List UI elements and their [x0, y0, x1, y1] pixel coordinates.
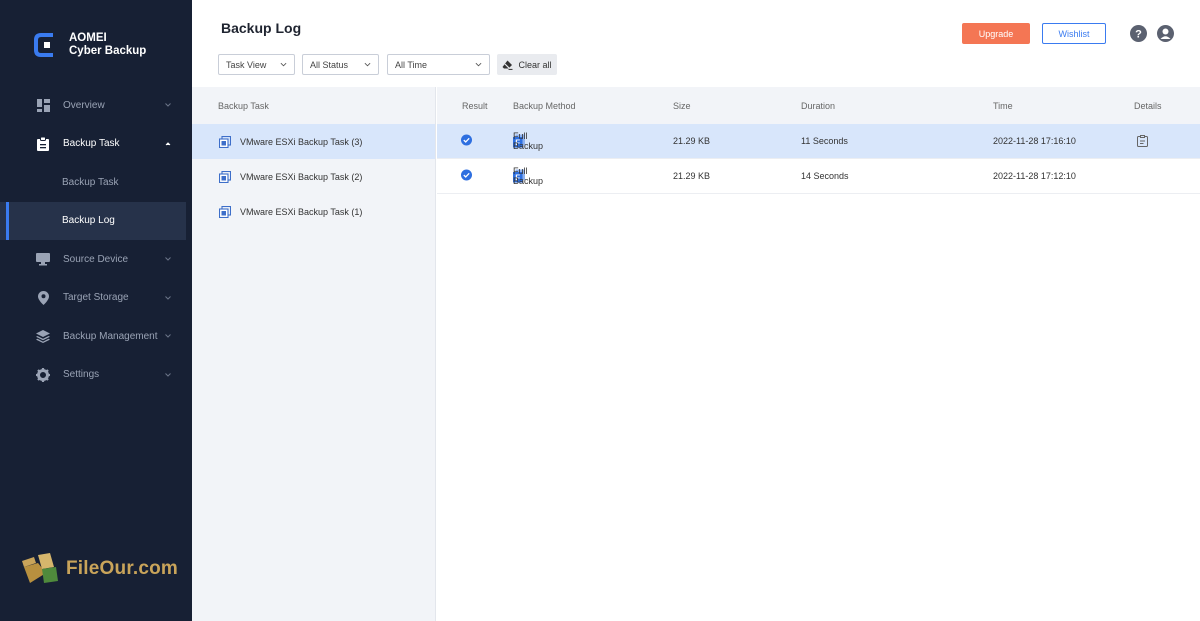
time-cell: 2022-11-28 17:12:10 — [993, 171, 1076, 181]
table-row[interactable]: F Full Backup 21.29 KB 14 Seconds 2022-1… — [437, 159, 1200, 194]
chevron-down-icon — [165, 257, 171, 261]
column-header-duration[interactable]: Duration — [801, 101, 835, 111]
clear-all-label: Clear all — [518, 59, 552, 70]
chevron-down-icon — [165, 103, 171, 107]
column-header-time[interactable]: Time — [993, 101, 1013, 111]
chevron-down-icon — [165, 334, 171, 338]
time-cell: 2022-11-28 17:16:10 — [993, 136, 1076, 146]
view-select-value: Task View — [226, 59, 267, 70]
status-select[interactable]: All Status — [302, 54, 379, 75]
chevron-down-icon — [165, 372, 171, 377]
upgrade-button[interactable]: Upgrade — [962, 23, 1030, 44]
task-name: VMware ESXi Backup Task (3) — [240, 136, 363, 147]
size-cell: 21.29 KB — [673, 171, 711, 181]
view-select[interactable]: Task View — [218, 54, 295, 75]
aomei-logo-icon — [34, 33, 53, 57]
fileour-logo-icon — [22, 553, 58, 583]
column-header-size[interactable]: Size — [673, 101, 691, 111]
wishlist-button[interactable]: Wishlist — [1042, 23, 1106, 44]
backup-method: Full Backup — [513, 131, 544, 151]
task-list-item[interactable]: VMware ESXi Backup Task (3) — [192, 124, 435, 159]
sidebar-item-label: Target Storage — [63, 292, 129, 304]
task-name: VMware ESXi Backup Task (1) — [240, 206, 363, 217]
eraser-icon — [502, 60, 513, 70]
column-header-result[interactable]: Result — [462, 101, 488, 111]
app-logo[interactable]: AOMEI Cyber Backup — [33, 31, 146, 59]
sidebar-subitem-label: Backup Task — [62, 176, 119, 188]
sidebar-item-settings[interactable]: Settings — [0, 356, 192, 395]
task-list-panel: Backup Task VMware ESXi Backup Task (3) … — [192, 87, 436, 621]
backup-log-table: Result Backup Method Size Duration Time … — [437, 87, 1200, 621]
vm-task-icon — [219, 205, 231, 218]
sidebar-item-source-device[interactable]: Source Device — [0, 240, 192, 279]
brand-line-1: AOMEI — [69, 32, 107, 44]
sidebar-item-label: Source Device — [63, 253, 129, 265]
column-header-details[interactable]: Details — [1134, 101, 1162, 111]
sidebar-nav: Overview Backup Task Backup Task Backup … — [0, 86, 192, 394]
success-check-icon — [461, 134, 472, 148]
svg-text:?: ? — [1135, 29, 1142, 41]
chevron-down-icon — [475, 62, 482, 67]
brand-name: AOMEI Cyber Backup — [69, 32, 146, 58]
duration-cell: 11 Seconds — [801, 136, 848, 146]
location-pin-icon — [35, 290, 51, 306]
layers-icon — [35, 328, 51, 344]
clipboard-icon — [35, 136, 51, 152]
task-list-item[interactable]: VMware ESXi Backup Task (2) — [192, 159, 435, 194]
sidebar-subitem-label: Backup Log — [62, 215, 115, 227]
chevron-up-icon — [165, 141, 171, 145]
task-list-item[interactable]: VMware ESXi Backup Task (1) — [192, 194, 435, 229]
help-icon[interactable]: ? — [1130, 25, 1147, 42]
user-avatar-icon[interactable] — [1157, 25, 1174, 42]
chevron-down-icon — [165, 295, 171, 300]
status-select-value: All Status — [310, 59, 349, 70]
time-select[interactable]: All Time — [387, 54, 490, 75]
task-list-header: Backup Task — [218, 100, 269, 111]
sidebar-item-label: Settings — [63, 369, 100, 381]
duration-cell: 14 Seconds — [801, 171, 849, 181]
sidebar: AOMEI Cyber Backup Overview Backup Task … — [0, 0, 192, 621]
sidebar-subitem-backup-task[interactable]: Backup Task — [0, 163, 192, 202]
details-icon[interactable] — [1137, 135, 1148, 147]
sidebar-item-overview[interactable]: Overview — [0, 86, 192, 125]
backup-method: Full Backup — [513, 166, 544, 186]
gear-icon — [35, 367, 51, 383]
sidebar-item-label: Backup Task — [63, 138, 120, 150]
chevron-down-icon — [364, 62, 371, 67]
clear-all-button[interactable]: Clear all — [497, 54, 557, 75]
table-row[interactable]: F Full Backup 21.29 KB 11 Seconds 2022-1… — [437, 124, 1200, 159]
time-select-value: All Time — [395, 59, 428, 70]
sidebar-item-label: Overview — [63, 99, 105, 111]
column-header-method[interactable]: Backup Method — [513, 101, 576, 111]
sidebar-subitem-backup-log[interactable]: Backup Log — [0, 201, 186, 240]
success-check-icon — [461, 169, 472, 183]
chevron-down-icon — [280, 62, 287, 67]
sidebar-item-label: Backup Management — [63, 330, 158, 342]
dashboard-icon — [35, 97, 51, 113]
sidebar-item-backup-task[interactable]: Backup Task — [0, 125, 192, 164]
vm-task-icon — [219, 170, 231, 183]
size-cell: 21.29 KB — [673, 136, 711, 146]
watermark-text: FileOur.com — [66, 558, 179, 579]
task-name: VMware ESXi Backup Task (2) — [240, 171, 363, 182]
sidebar-item-target-storage[interactable]: Target Storage — [0, 279, 192, 318]
monitor-icon — [35, 251, 51, 267]
sidebar-item-backup-management[interactable]: Backup Management — [0, 317, 192, 356]
page-title: Backup Log — [221, 20, 302, 36]
brand-line-2: Cyber Backup — [69, 45, 147, 57]
table-header: Result Backup Method Size Duration Time … — [437, 87, 1200, 124]
vm-task-icon — [219, 135, 231, 148]
watermark: FileOur.com — [20, 553, 178, 585]
